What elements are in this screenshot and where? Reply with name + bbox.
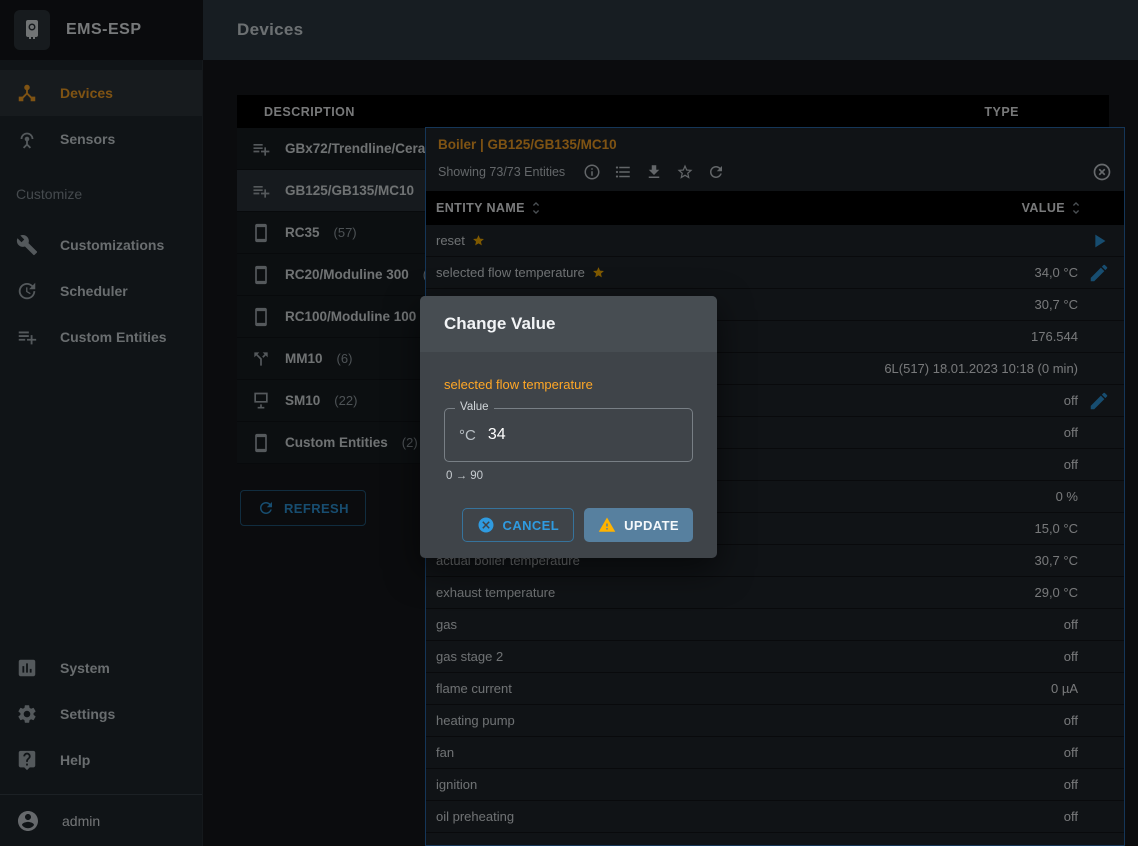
dialog-title: Change Value <box>420 296 717 352</box>
warning-icon <box>598 516 616 534</box>
value-field[interactable]: Value °C <box>444 408 693 462</box>
change-value-dialog: Change Value selected flow temperature V… <box>420 296 717 558</box>
dialog-body: selected flow temperature Value °C 0 → 9… <box>420 377 717 558</box>
dialog-actions: CANCEL UPDATE <box>444 508 693 550</box>
update-button[interactable]: UPDATE <box>584 508 693 542</box>
cancel-icon <box>477 516 495 534</box>
field-label: Value <box>455 401 494 413</box>
unit-label: °C <box>459 427 476 444</box>
value-input[interactable] <box>486 425 678 445</box>
range-helper: 0 → 90 <box>444 470 693 482</box>
cancel-button[interactable]: CANCEL <box>462 508 575 542</box>
ems-esp-app: EMS-ESP Devices Devices Sensors Customiz… <box>0 0 1138 846</box>
cancel-label: CANCEL <box>503 518 560 533</box>
entity-label: selected flow temperature <box>444 377 693 392</box>
update-label: UPDATE <box>624 518 679 533</box>
